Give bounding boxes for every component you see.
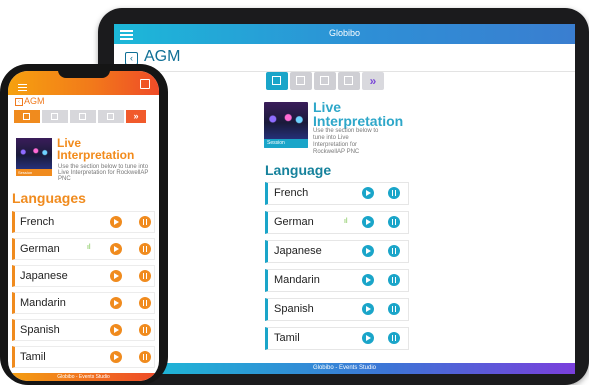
- language-name: Mandarin: [274, 274, 320, 286]
- play-icon[interactable]: [110, 297, 122, 309]
- language-name: French: [274, 187, 309, 199]
- play-icon[interactable]: [362, 303, 374, 315]
- language-name: Japanese: [20, 270, 68, 282]
- pause-icon[interactable]: [139, 216, 151, 228]
- live-interpretation-title: Live Interpretation: [313, 99, 404, 129]
- phone-notch: [58, 64, 110, 78]
- session-cover-image: Session: [16, 138, 52, 176]
- language-row[interactable]: French: [12, 211, 155, 233]
- page-header: ‹ AGM: [114, 44, 575, 72]
- play-icon[interactable]: [362, 216, 374, 228]
- play-icon[interactable]: [362, 274, 374, 286]
- language-name: Tamil: [274, 332, 300, 344]
- language-section-title: Language: [265, 162, 332, 178]
- language-name: Spanish: [20, 324, 60, 336]
- cover-tag: Session: [264, 139, 308, 148]
- pause-icon[interactable]: [139, 324, 151, 336]
- signal-bars-icon: ıl: [344, 218, 348, 225]
- language-list: French German ıl Japanese Mandarin Spani…: [12, 211, 155, 373]
- language-name: German: [274, 216, 314, 228]
- pause-icon[interactable]: [388, 332, 400, 344]
- play-icon[interactable]: [362, 245, 374, 257]
- tablet-screen: Globibo ‹ AGM » Session Live Interpretat…: [114, 24, 575, 374]
- media-tab[interactable]: [42, 110, 68, 123]
- language-name: German: [20, 243, 60, 255]
- play-icon[interactable]: [110, 270, 122, 282]
- play-icon[interactable]: [110, 351, 122, 363]
- session-cover-image: Session: [264, 102, 308, 148]
- language-row[interactable]: Japanese: [12, 265, 155, 287]
- pause-icon[interactable]: [139, 351, 151, 363]
- page-title: AGM: [24, 96, 45, 106]
- phone-footer: Globibo - Events Studio: [8, 373, 159, 381]
- media-icon: [51, 113, 58, 120]
- language-row[interactable]: Spanish: [265, 298, 409, 321]
- document-icon: [79, 113, 86, 120]
- language-name: Tamil: [20, 351, 46, 363]
- pause-icon[interactable]: [388, 303, 400, 315]
- calendar-tab[interactable]: [98, 110, 124, 123]
- language-name: French: [20, 216, 55, 228]
- language-row[interactable]: Japanese: [265, 240, 409, 263]
- language-row[interactable]: French: [265, 182, 409, 205]
- more-tab[interactable]: »: [126, 110, 146, 123]
- language-row[interactable]: Tamil: [265, 327, 409, 350]
- logout-icon[interactable]: [140, 79, 150, 89]
- language-row[interactable]: German ıl: [265, 211, 409, 234]
- live-description: Use the section below to tune into Live …: [58, 164, 149, 182]
- language-name: Mandarin: [20, 297, 66, 309]
- language-row[interactable]: Mandarin: [12, 292, 155, 314]
- play-icon[interactable]: [362, 187, 374, 199]
- language-row[interactable]: Spanish: [12, 319, 155, 341]
- home-icon: [23, 113, 30, 120]
- more-tab[interactable]: »: [362, 72, 384, 90]
- live-description: Use the section below to tune into Live …: [313, 128, 379, 155]
- language-name: Japanese: [274, 245, 322, 257]
- tablet-footer: Globibo - Events Studio: [114, 363, 575, 374]
- app-title: Globibo: [328, 28, 361, 38]
- document-icon: [320, 76, 329, 85]
- play-icon[interactable]: [110, 324, 122, 336]
- language-name: Spanish: [274, 303, 314, 315]
- calendar-icon: [107, 113, 114, 120]
- calendar-tab[interactable]: [338, 72, 360, 90]
- phone-header: ‹ AGM: [8, 95, 159, 109]
- document-tab[interactable]: [314, 72, 336, 90]
- menu-icon[interactable]: [18, 82, 27, 91]
- calendar-icon: [344, 76, 353, 85]
- pause-icon[interactable]: [139, 270, 151, 282]
- play-icon[interactable]: [362, 332, 374, 344]
- page-title: AGM: [144, 48, 181, 65]
- pause-icon[interactable]: [388, 216, 400, 228]
- pause-icon[interactable]: [139, 297, 151, 309]
- pause-icon[interactable]: [388, 245, 400, 257]
- tablet-top-bar: Globibo: [114, 24, 575, 44]
- language-list: French German ıl Japanese Mandarin Spani…: [265, 182, 409, 356]
- play-icon[interactable]: [110, 243, 122, 255]
- home-tab[interactable]: [266, 72, 288, 90]
- language-row[interactable]: Tamil: [12, 346, 155, 368]
- tablet-toolbar: »: [266, 72, 386, 92]
- language-row[interactable]: German ıl: [12, 238, 155, 260]
- media-icon: [296, 76, 305, 85]
- home-tab[interactable]: [14, 110, 40, 123]
- pause-icon[interactable]: [388, 274, 400, 286]
- live-interpretation-title: Live Interpretation: [57, 136, 135, 162]
- languages-section-title: Languages: [12, 190, 86, 206]
- document-tab[interactable]: [70, 110, 96, 123]
- phone-toolbar: »: [14, 110, 148, 123]
- back-icon[interactable]: ‹: [15, 98, 23, 106]
- cover-tag: Session: [16, 169, 52, 176]
- phone-screen: ‹ AGM » Session Live Interpretation Use …: [8, 71, 159, 381]
- language-row[interactable]: Mandarin: [265, 269, 409, 292]
- signal-bars-icon: ıl: [87, 244, 91, 251]
- pause-icon[interactable]: [388, 187, 400, 199]
- pause-icon[interactable]: [139, 243, 151, 255]
- play-icon[interactable]: [110, 216, 122, 228]
- media-tab[interactable]: [290, 72, 312, 90]
- home-icon: [272, 76, 281, 85]
